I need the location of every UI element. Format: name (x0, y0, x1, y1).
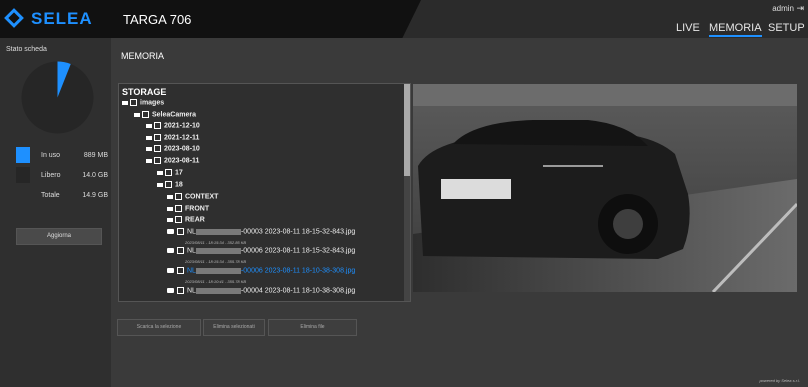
legend-label: In uso (41, 152, 61, 159)
delete-file-button[interactable]: Elimina file (268, 319, 357, 336)
legend-value: 889 MB (83, 152, 108, 159)
legend-value: 14.9 GB (82, 192, 108, 199)
file-tree: STORAGE images SeleaCamera 2021-12-10 20… (118, 83, 411, 302)
legend-label: Libero (41, 172, 61, 179)
file-item[interactable]: NL -00004 2023-08-11 18-10-38-308.jpg (167, 287, 355, 294)
folder-icon (167, 194, 173, 199)
brand-logo-area: SELEA (0, 0, 111, 38)
file-item-selected[interactable]: NL -00006 2023-08-11 18-10-38-308.jpg (167, 267, 355, 274)
swatch-free (16, 167, 30, 183)
tree-folder[interactable]: 2021-12-10 (146, 122, 200, 129)
redacted-plate (195, 287, 241, 294)
delete-selected-button[interactable]: Elimina selezionati (203, 319, 265, 336)
file-meta: 2023/08/11 - 18:15:34 - 355.78 KB (185, 259, 247, 264)
file-meta: 2023/08/11 - 18:15:34 - 352.85 KB (185, 240, 247, 245)
image-preview (413, 84, 797, 292)
folder-icon (167, 217, 173, 222)
nav-memoria[interactable]: MEMORIA (709, 22, 762, 37)
camera-icon (167, 288, 174, 293)
legend-row-used: In uso 889 MB (0, 147, 111, 165)
folder-icon (134, 112, 140, 117)
nav-setup[interactable]: SETUP (768, 22, 805, 34)
checkbox[interactable] (177, 267, 184, 274)
sidebar: Stato scheda In uso 889 MB Libero 14.0 G… (0, 38, 111, 387)
folder-icon (146, 123, 152, 128)
folder-icon (146, 158, 152, 163)
brand-logo-text: SELEA (31, 9, 93, 28)
checkbox[interactable] (175, 216, 182, 223)
logout-icon[interactable]: ⇥ (796, 3, 804, 14)
checkbox[interactable] (154, 157, 161, 164)
tree-folder[interactable]: CONTEXT (167, 193, 218, 200)
checkbox[interactable] (175, 205, 182, 212)
car-rim (613, 209, 643, 239)
checkbox[interactable] (165, 181, 172, 188)
file-item[interactable]: NL -00003 2023-08-11 18-15-32-843.jpg (167, 228, 355, 235)
checkbox[interactable] (175, 193, 182, 200)
legend-label: Totale (41, 192, 60, 199)
checkbox[interactable] (177, 228, 184, 235)
tree-folder[interactable]: 2023-08-10 (146, 145, 200, 152)
file-item[interactable]: NL -00006 2023-08-11 18-15-32-843.jpg (167, 247, 355, 254)
checkbox[interactable] (165, 169, 172, 176)
device-title: TARGA 706 (123, 12, 192, 27)
folder-icon (146, 135, 152, 140)
folder-icon (157, 182, 163, 187)
camera-icon (167, 229, 174, 234)
tree-folder[interactable]: 17 (157, 169, 183, 176)
legend-row-total: Totale 14.9 GB (0, 187, 111, 205)
folder-icon (122, 100, 128, 105)
update-button[interactable]: Aggiorna (16, 228, 102, 245)
camera-icon (167, 248, 174, 253)
storage-status-title: Stato scheda (6, 46, 47, 53)
folder-icon (157, 170, 163, 175)
nav-live[interactable]: LIVE (676, 22, 700, 34)
tree-folder[interactable]: images (122, 99, 164, 106)
footer-credit: powered by Selea s.r.l. (759, 378, 800, 383)
tree-scrollbar[interactable] (404, 84, 410, 301)
tree-folder[interactable]: 2021-12-11 (146, 134, 199, 141)
license-plate (441, 179, 511, 199)
checkbox[interactable] (142, 111, 149, 118)
checkbox[interactable] (154, 122, 161, 129)
scrollbar-thumb[interactable] (404, 84, 410, 176)
folder-icon (146, 146, 152, 151)
legend-row-free: Libero 14.0 GB (0, 167, 111, 185)
checkbox[interactable] (177, 287, 184, 294)
tree-folder[interactable]: 18 (157, 181, 183, 188)
tree-root: STORAGE (122, 87, 167, 97)
tree-folder[interactable]: SeleaCamera (134, 111, 196, 118)
redacted-plate (195, 247, 241, 254)
checkbox[interactable] (177, 247, 184, 254)
camera-icon (167, 268, 174, 273)
folder-icon (167, 206, 173, 211)
tree-folder[interactable]: FRONT (167, 205, 209, 212)
legend-value: 14.0 GB (82, 172, 108, 179)
redacted-plate (195, 267, 241, 274)
download-selection-button[interactable]: Scarica la selezione (117, 319, 201, 336)
tree-folder[interactable]: REAR (167, 216, 205, 223)
swatch-used (16, 147, 30, 163)
redacted-plate (195, 228, 241, 235)
top-bar: SELEA TARGA 706 admin ⇥ LIVE MEMORIA SET… (0, 0, 808, 38)
section-title: MEMORIA (121, 51, 165, 61)
storage-pie-chart (21, 61, 94, 134)
diamond-logo-icon (4, 8, 24, 28)
checkbox[interactable] (130, 99, 137, 106)
tree-folder[interactable]: 2023-08-11 (146, 157, 199, 164)
checkbox[interactable] (154, 134, 161, 141)
wall (413, 84, 797, 106)
checkbox[interactable] (154, 145, 161, 152)
file-meta: 2023/08/11 - 18:10:41 - 355.78 KB (185, 279, 247, 284)
username: admin (772, 4, 794, 13)
